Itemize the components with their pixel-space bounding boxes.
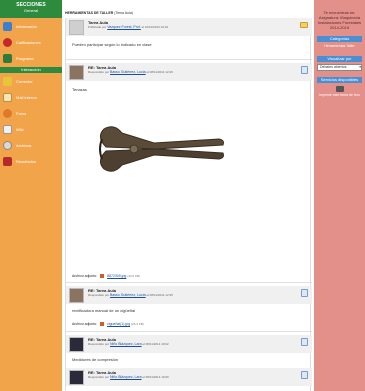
sidebar: SECCIONES General Información Calificaci… [0, 0, 62, 391]
sidebar-item-mail[interactable]: Mail interno [0, 89, 62, 105]
post-date: el 10/10/2014 10:10 [141, 25, 169, 29]
post-meta-prefix: Publicado por [88, 25, 107, 29]
attachment-label: Archivo adjunto: [72, 274, 98, 278]
image-file-icon [100, 322, 105, 327]
sidebar-item-calificaciones[interactable]: Calificaciones [0, 34, 62, 50]
post-date: el 08/11/2014 19:09 [142, 375, 169, 379]
post-date: el 08/11/2014 12:29 [146, 70, 173, 74]
sidebar-item-wiki[interactable]: Wiki [0, 121, 62, 137]
image-file-icon [100, 274, 105, 279]
wiki-icon [3, 124, 12, 134]
corrector-icon [3, 76, 12, 86]
post-body: rectificadora manual de un cigüeñal [72, 308, 136, 313]
files-icon [3, 140, 12, 150]
visualize-header: Visualizar por [317, 56, 362, 62]
sidebar-item-programa[interactable]: Programa [0, 50, 62, 66]
sidebar-interaccion-list: Corrector Mail interno Foros Wiki Archiv… [0, 73, 62, 169]
post-meta-prefix: Respondido por [88, 342, 110, 346]
post-meta-prefix: Respondido por [88, 70, 110, 74]
forum-post: RE: Tarea Aula Respondido por Basso Guti… [66, 286, 312, 332]
visualize-select[interactable]: Debates abiertos ▾ [317, 64, 362, 71]
forum-post: Tarea Aula Publicado por Vazquez Forest,… [66, 18, 312, 60]
breadcrumb: HERRAMIENTAS DE TALLER (Tema Aula) [65, 11, 133, 15]
avatar [69, 288, 84, 303]
attachment-label: Archivo adjunto: [72, 322, 98, 326]
author-link[interactable]: Basso Gutiérrez, Lucía [110, 70, 146, 74]
right-panel: Te encuentras en: Asignatura: Maquinaria… [314, 0, 365, 391]
author-link[interactable]: Niño Blázquez, Lara [110, 375, 142, 379]
categories-link[interactable]: Herramientas Taller [317, 42, 362, 50]
chevron-down-icon: ▾ [359, 65, 361, 69]
avatar [69, 20, 84, 35]
attachment-link[interactable]: 8872309.jpg [107, 274, 126, 278]
sidebar-item-label: Corrector [16, 78, 33, 84]
pliers-image[interactable] [94, 109, 229, 189]
sidebar-subtitle: General [23, 8, 39, 13]
post-meta: Publicado por Vazquez Forest, Prof. el 1… [88, 25, 168, 29]
forum-post: RE: Tarea Aula Respondido por Basso Guti… [66, 63, 312, 283]
avatar [69, 370, 84, 385]
print-button[interactable]: Imprimir este tema de foro [317, 86, 362, 97]
forum-post: RE: Tarea Aula Respondido por Niño Blázq… [66, 368, 312, 391]
grades-icon [3, 37, 12, 47]
sidebar-item-resultados[interactable]: Resultados [0, 153, 62, 169]
post-meta: Respondido por Basso Gutiérrez, Lucía el… [88, 293, 173, 297]
services-box: Servicios disponibles Imprimir este tema… [317, 77, 362, 97]
printer-icon [335, 86, 344, 92]
post-meta: Respondido por Basso Gutiérrez, Lucía el… [88, 70, 173, 74]
info-icon [3, 21, 12, 31]
avatar [69, 65, 84, 80]
sidebar-item-label: Wiki [16, 126, 24, 132]
results-icon [3, 156, 12, 166]
visualize-box: Visualizar por Debates abiertos ▾ [317, 56, 362, 71]
post-body: Tenazas [72, 87, 87, 92]
post-date: el 08/11/2014 12:35 [146, 293, 173, 297]
page-title: HERRAMIENTAS DE TALLER [65, 11, 114, 15]
document-icon[interactable] [301, 338, 308, 346]
sidebar-item-informacion[interactable]: Información [0, 18, 62, 34]
attachment: Archivo adjunto: 8872309.jpg (33.0 KB) [72, 274, 141, 279]
document-icon[interactable] [301, 66, 308, 74]
document-icon[interactable] [301, 371, 308, 379]
post-meta: Respondido por Niño Blázquez, Lara el 08… [88, 375, 169, 379]
sidebar-item-archivos[interactable]: Archivos [0, 137, 62, 153]
post-meta: Respondido por Niño Blázquez, Lara el 08… [88, 342, 169, 346]
sidebar-item-foros[interactable]: Foros [0, 105, 62, 121]
sidebar-item-label: Foros [16, 110, 27, 116]
document-icon[interactable] [301, 289, 308, 297]
author-link[interactable]: Vazquez Forest, Prof. [107, 25, 141, 29]
sidebar-general-list: Información Calificaciones Programa [0, 18, 62, 66]
post-body: Pueden participar según lo indicado en c… [72, 42, 152, 47]
page-subtitle: (Tema Aula) [114, 11, 133, 15]
sidebar-item-label: Programa [16, 55, 34, 61]
sidebar-item-label: Información [16, 23, 37, 29]
program-icon [3, 53, 12, 63]
mail-icon [3, 92, 12, 102]
attachment-link[interactable]: cigueñal(1).jpg [107, 322, 130, 326]
post-meta-prefix: Respondido por [88, 375, 110, 379]
sidebar-item-label: Resultados [16, 158, 37, 164]
services-header: Servicios disponibles [317, 77, 362, 83]
forum-thread: Tarea Aula Publicado por Vazquez Forest,… [65, 18, 312, 391]
categories-box: Categorías Herramientas Taller [317, 36, 362, 50]
visualize-select-value: Debates abiertos [320, 65, 347, 69]
sidebar-item-label: Mail interno [16, 94, 37, 100]
print-label: Imprimir este tema de foro [319, 93, 360, 97]
attachment-size: (33.0 KB) [127, 274, 141, 278]
sidebar-header: SECCIONES General [0, 0, 62, 18]
sidebar-item-label: Calificaciones [16, 39, 41, 45]
author-link[interactable]: Niño Blázquez, Lara [110, 342, 142, 346]
author-link[interactable]: Basso Gutiérrez, Lucía [110, 293, 146, 297]
post-meta-prefix: Respondido por [88, 293, 110, 297]
sidebar-item-corrector[interactable]: Corrector [0, 73, 62, 89]
attachment: Archivo adjunto: cigueñal(1).jpg (26.3 K… [72, 322, 144, 327]
forums-icon [3, 108, 12, 118]
sidebar-item-label: Archivos [16, 142, 32, 148]
envelope-icon[interactable] [300, 22, 308, 28]
avatar [69, 337, 84, 352]
attachment-size: (26.3 KB) [131, 322, 144, 326]
post-body: Medidores de compresión [72, 357, 119, 362]
location-text: Te encuentras en: Asignatura: Maquinaria… [317, 10, 362, 30]
post-date: el 08/11/2014 19:02 [142, 342, 169, 346]
